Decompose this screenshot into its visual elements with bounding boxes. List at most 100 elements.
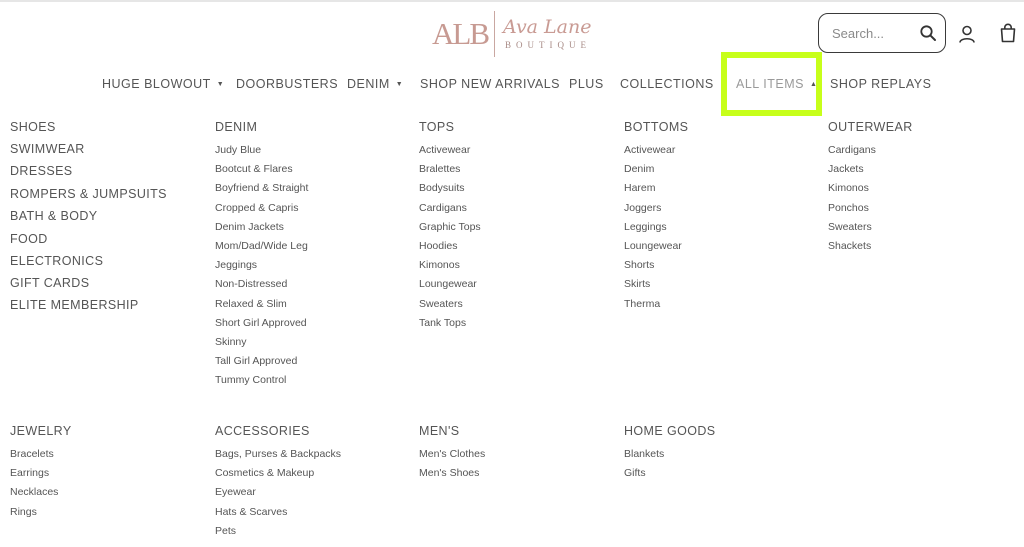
menu-link[interactable]: Skinny (215, 336, 247, 348)
logo-sub-name: BOUTIQUE (505, 40, 591, 50)
search-icon[interactable] (919, 24, 937, 42)
menu-link-rompers-jumpsuits[interactable]: ROMPERS & JUMPSUITS (10, 187, 167, 202)
menu-link[interactable]: Cardigans (419, 202, 467, 214)
search-input[interactable] (832, 25, 918, 41)
nav-huge-blowout[interactable]: HUGE BLOWOUT ▼ (102, 74, 224, 94)
menu-link[interactable]: Cropped & Capris (215, 202, 298, 214)
menu-column-jewelry: JEWELRY Bracelets Earrings Necklaces Rin… (10, 424, 72, 518)
menu-link[interactable]: Shackets (828, 240, 871, 252)
brand-logo[interactable]: ALB Ava Lane BOUTIQUE (432, 8, 602, 60)
menu-link[interactable]: Non-Distressed (215, 278, 287, 290)
menu-link[interactable]: Harem (624, 182, 656, 194)
menu-link[interactable]: Rings (10, 506, 37, 518)
menu-link[interactable]: Hats & Scarves (215, 506, 287, 518)
caret-down-icon: ▼ (216, 80, 225, 88)
menu-link[interactable]: Earrings (10, 467, 49, 479)
menu-link-electronics[interactable]: ELECTRONICS (10, 254, 103, 269)
menu-link[interactable]: Eyewear (215, 486, 256, 498)
menu-column-denim: DENIM Judy Blue Bootcut & Flares Boyfrie… (215, 120, 308, 386)
menu-link[interactable]: Loungewear (624, 240, 682, 252)
top-divider (0, 0, 1024, 2)
menu-link[interactable]: Activewear (419, 144, 470, 156)
menu-link[interactable]: Short Girl Approved (215, 317, 307, 329)
menu-link[interactable]: Bodysuits (419, 182, 465, 194)
menu-link[interactable]: Tall Girl Approved (215, 355, 297, 367)
menu-link[interactable]: Denim (624, 163, 654, 175)
logo-monogram: ALB (432, 16, 490, 51)
menu-link[interactable]: Sweaters (419, 298, 463, 310)
menu-column-accessories: ACCESSORIES Bags, Purses & Backpacks Cos… (215, 424, 341, 537)
menu-link[interactable]: Graphic Tops (419, 221, 481, 233)
nav-shop-replays[interactable]: SHOP REPLAYS (830, 74, 931, 94)
menu-link-gift-cards[interactable]: GIFT CARDS (10, 276, 89, 291)
menu-link-bath-body[interactable]: BATH & BODY (10, 209, 98, 224)
menu-link[interactable]: Bralettes (419, 163, 460, 175)
column-heading[interactable]: HOME GOODS (624, 424, 716, 439)
menu-link[interactable]: Joggers (624, 202, 661, 214)
nav-doorbusters[interactable]: DOORBUSTERS (236, 74, 338, 94)
menu-link[interactable]: Ponchos (828, 202, 869, 214)
column-heading[interactable]: BOTTOMS (624, 120, 688, 135)
menu-link[interactable]: Jackets (828, 163, 864, 175)
logo-script-name: Ava Lane (503, 16, 592, 38)
menu-link[interactable]: Sweaters (828, 221, 872, 233)
column-heading[interactable]: TOPS (419, 120, 454, 135)
menu-link[interactable]: Tummy Control (215, 374, 286, 386)
nav-denim[interactable]: DENIM ▼ (347, 74, 403, 94)
menu-link[interactable]: Denim Jackets (215, 221, 284, 233)
column-heading[interactable]: ACCESSORIES (215, 424, 310, 439)
menu-link[interactable]: Relaxed & Slim (215, 298, 287, 310)
menu-link[interactable]: Necklaces (10, 486, 58, 498)
menu-link[interactable]: Bags, Purses & Backpacks (215, 448, 341, 460)
menu-link[interactable]: Hoodies (419, 240, 458, 252)
menu-column-outerwear: OUTERWEAR Cardigans Jackets Kimonos Ponc… (828, 120, 913, 252)
menu-link-swimwear[interactable]: SWIMWEAR (10, 142, 85, 157)
menu-link[interactable]: Bootcut & Flares (215, 163, 293, 175)
menu-link[interactable]: Activewear (624, 144, 675, 156)
menu-link[interactable]: Therma (624, 298, 660, 310)
menu-link[interactable]: Men's Shoes (419, 467, 479, 479)
menu-link[interactable]: Cosmetics & Makeup (215, 467, 314, 479)
menu-link[interactable]: Loungewear (419, 278, 477, 290)
column-heading[interactable]: OUTERWEAR (828, 120, 913, 135)
menu-link[interactable]: Tank Tops (419, 317, 466, 329)
menu-link[interactable]: Kimonos (419, 259, 460, 271)
nav-shop-new-arrivals[interactable]: SHOP NEW ARRIVALS (420, 74, 560, 94)
menu-link[interactable]: Boyfriend & Straight (215, 182, 308, 194)
caret-down-icon: ▼ (395, 80, 404, 88)
menu-link-shoes[interactable]: SHOES (10, 120, 56, 135)
menu-link-food[interactable]: FOOD (10, 232, 48, 247)
nav-label: COLLECTIONS (620, 77, 714, 91)
menu-link-dresses[interactable]: DRESSES (10, 164, 73, 179)
menu-column-mens: MEN'S Men's Clothes Men's Shoes (419, 424, 485, 479)
menu-link[interactable]: Mom/Dad/Wide Leg (215, 240, 308, 252)
menu-link[interactable]: Blankets (624, 448, 664, 460)
main-navigation: HUGE BLOWOUT ▼ DOORBUSTERS DENIM ▼ SHOP NE… (0, 74, 1024, 96)
account-icon[interactable] (957, 24, 977, 44)
shopping-bag-icon[interactable] (997, 22, 1019, 44)
nav-collections[interactable]: COLLECTIONS ▼ (620, 74, 727, 94)
menu-column-tops: TOPS Activewear Bralettes Bodysuits Card… (419, 120, 481, 329)
nav-plus[interactable]: PLUS (569, 74, 604, 94)
menu-link[interactable]: Men's Clothes (419, 448, 485, 460)
menu-link[interactable]: Pets (215, 525, 236, 537)
menu-link[interactable]: Kimonos (828, 182, 869, 194)
menu-link[interactable]: Cardigans (828, 144, 876, 156)
nav-label: DOORBUSTERS (236, 77, 339, 91)
search-box[interactable] (818, 13, 946, 53)
menu-link[interactable]: Bracelets (10, 448, 54, 460)
nav-label: SHOP NEW ARRIVALS (420, 77, 561, 91)
column-heading[interactable]: MEN'S (419, 424, 460, 439)
menu-link-elite-membership[interactable]: ELITE MEMBERSHIP (10, 298, 139, 313)
nav-label: SHOP REPLAYS (830, 77, 932, 91)
menu-link[interactable]: Gifts (624, 467, 646, 479)
menu-link[interactable]: Jeggings (215, 259, 257, 271)
menu-link[interactable]: Skirts (624, 278, 650, 290)
menu-link[interactable]: Judy Blue (215, 144, 261, 156)
column-heading[interactable]: DENIM (215, 120, 257, 135)
nav-label: HUGE BLOWOUT (102, 77, 211, 91)
nav-label: DENIM (347, 77, 390, 91)
menu-link[interactable]: Leggings (624, 221, 667, 233)
menu-link[interactable]: Shorts (624, 259, 654, 271)
column-heading[interactable]: JEWELRY (10, 424, 72, 439)
